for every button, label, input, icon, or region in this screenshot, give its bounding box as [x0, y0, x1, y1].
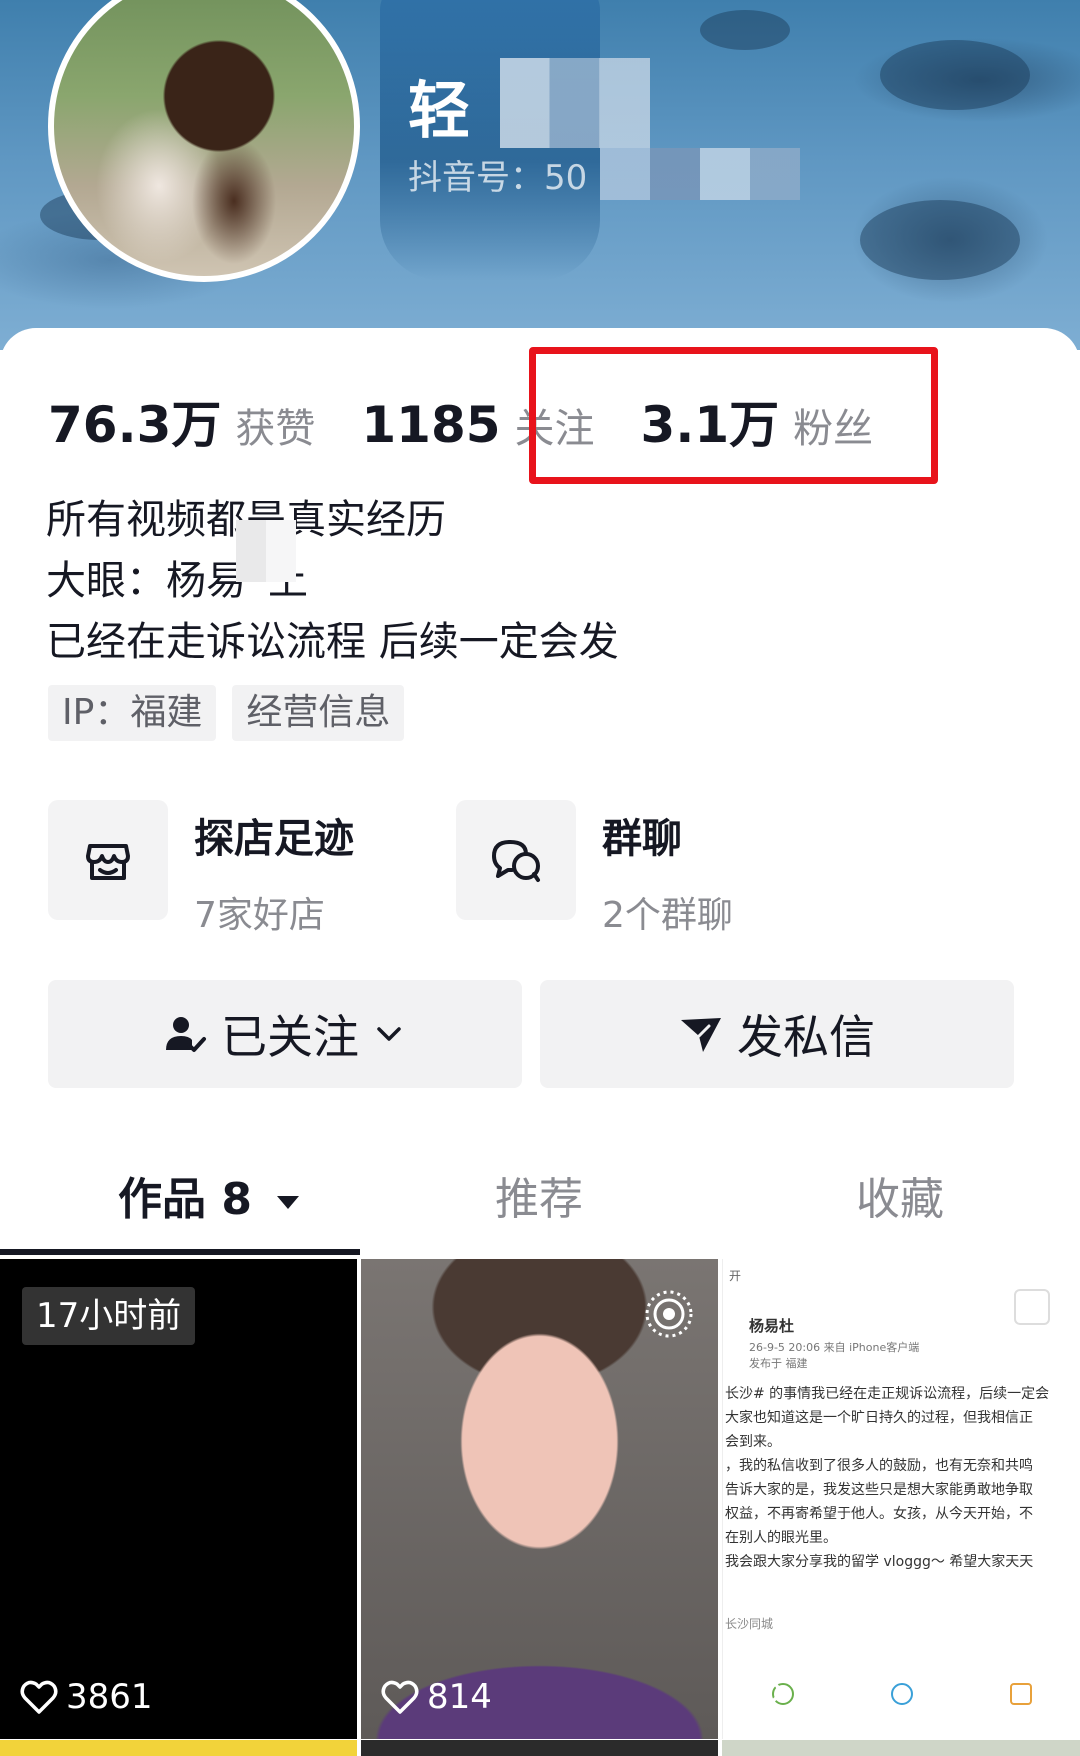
post-location: 发布于 福建	[749, 1357, 808, 1370]
tab-works-label: 作品 8	[118, 1174, 252, 1225]
chat-bubbles-icon	[456, 800, 576, 920]
video-tile[interactable]: 开 杨易杜 26-9-5 20:06 来自 iPhone客户端 发布于 福建 长…	[722, 1259, 1080, 1739]
likes-count: 1319	[789, 1677, 876, 1717]
name-mosaic	[500, 58, 650, 148]
likes-count: 814	[427, 1677, 492, 1717]
id-mosaic	[600, 148, 800, 200]
post-avatar	[725, 1313, 739, 1327]
live-photo-icon	[645, 1290, 693, 1338]
content-tabs: 作品 8 推荐 收藏	[0, 1165, 1080, 1255]
followers-highlight-box	[529, 347, 938, 484]
time-badge: 17小时前	[22, 1287, 196, 1345]
tags-row: IP：福建 经营信息	[48, 685, 420, 741]
banner-splash	[860, 200, 1020, 280]
app-icon	[1010, 1683, 1033, 1705]
bio: 所有视频都是真实经历 大眼：杨易上 已经在走诉讼流程 后续一定会发	[46, 490, 619, 673]
post-line: 会到来。	[725, 1434, 781, 1450]
likes-label: 获赞	[235, 406, 316, 452]
post-line: 大家也知道这是一个旷日持久的过程，但我相信正	[725, 1410, 1033, 1426]
group-chat-sub: 2个群聊	[602, 895, 733, 936]
app-icon	[890, 1683, 913, 1705]
video-likes: 1319	[743, 1677, 876, 1717]
followed-label: 已关注	[221, 1010, 359, 1064]
post-author: 杨易杜	[749, 1317, 795, 1335]
post-line: 在别人的眼光里。	[725, 1530, 837, 1546]
send-message-button[interactable]: 发私信	[540, 980, 1014, 1088]
video-tile[interactable]: 17小时前 3861	[0, 1259, 357, 1739]
active-tab-indicator	[0, 1249, 360, 1255]
heart-icon	[20, 1680, 58, 1714]
bio-line-text: 大眼：杨易	[46, 558, 246, 604]
post-meta: 26-9-5 20:06 来自 iPhone客户端	[749, 1341, 920, 1354]
post-line: 我会跟大家分享我的留学 vloggg～ 希望大家天天	[725, 1554, 1034, 1570]
send-message-label: 发私信	[737, 1010, 875, 1064]
stat-likes: 76.3万 获赞	[48, 385, 315, 457]
post-line: 权益，不再寄希望于他人。女孩，从今天开始，不	[725, 1506, 1033, 1522]
post-footer: 长沙同城	[725, 1617, 774, 1631]
tab-works[interactable]: 作品 8	[118, 1165, 303, 1235]
douyin-id: 抖音号：50	[408, 158, 588, 198]
video-likes: 3861	[20, 1677, 153, 1717]
group-chat-title: 群聊	[602, 816, 682, 862]
group-chat-entry[interactable]: 群聊 2个群聊	[456, 800, 733, 938]
tab-recommend[interactable]: 推荐	[495, 1165, 583, 1235]
paper-plane-icon	[681, 1018, 721, 1052]
next-row-tile	[0, 1740, 357, 1756]
bio-line: 所有视频都是真实经历	[46, 490, 619, 551]
next-row-tile	[361, 1740, 718, 1756]
heart-icon	[381, 1680, 419, 1714]
banner-splash	[700, 10, 790, 50]
store-visits-entry[interactable]: 探店足迹 7家好店	[48, 800, 354, 938]
likes-count: 3861	[66, 1677, 153, 1717]
post-line: ，我的私信收到了很多人的鼓励，也有无奈和共鸣	[725, 1458, 1033, 1474]
store-visits-sub: 7家好店	[194, 895, 325, 936]
post-follow-box	[1014, 1289, 1050, 1325]
bio-line: 大眼：杨易上	[46, 551, 619, 612]
post-top-mark: 开	[729, 1269, 742, 1283]
user-check-icon	[166, 1017, 206, 1052]
profile-name: 轻	[408, 74, 473, 147]
post-line: 告诉大家的是，我发这些只是想大家能勇敢地争取	[725, 1482, 1033, 1498]
ip-tag: IP：福建	[48, 685, 217, 741]
likes-count: 76.3万	[48, 396, 222, 454]
post-line: 长沙# 的事情我已经在走正规诉讼流程，后续一定会	[725, 1386, 1050, 1402]
bio-mosaic	[236, 520, 296, 582]
caret-down-icon	[277, 1196, 300, 1209]
business-info-tag[interactable]: 经营信息	[232, 685, 405, 741]
video-likes: 814	[381, 1677, 492, 1717]
next-row-tile	[722, 1740, 1080, 1756]
following-count: 1185	[361, 396, 501, 454]
banner-splash	[880, 40, 1030, 110]
bio-line: 已经在走诉讼流程 后续一定会发	[46, 619, 619, 665]
store-visits-title: 探店足迹	[194, 816, 354, 862]
store-icon	[48, 800, 168, 920]
video-tile[interactable]: 814	[361, 1259, 718, 1739]
tab-favorites[interactable]: 收藏	[856, 1165, 944, 1235]
chevron-down-icon	[377, 1027, 401, 1041]
followed-button[interactable]: 已关注	[48, 980, 522, 1088]
heart-icon	[743, 1680, 781, 1714]
